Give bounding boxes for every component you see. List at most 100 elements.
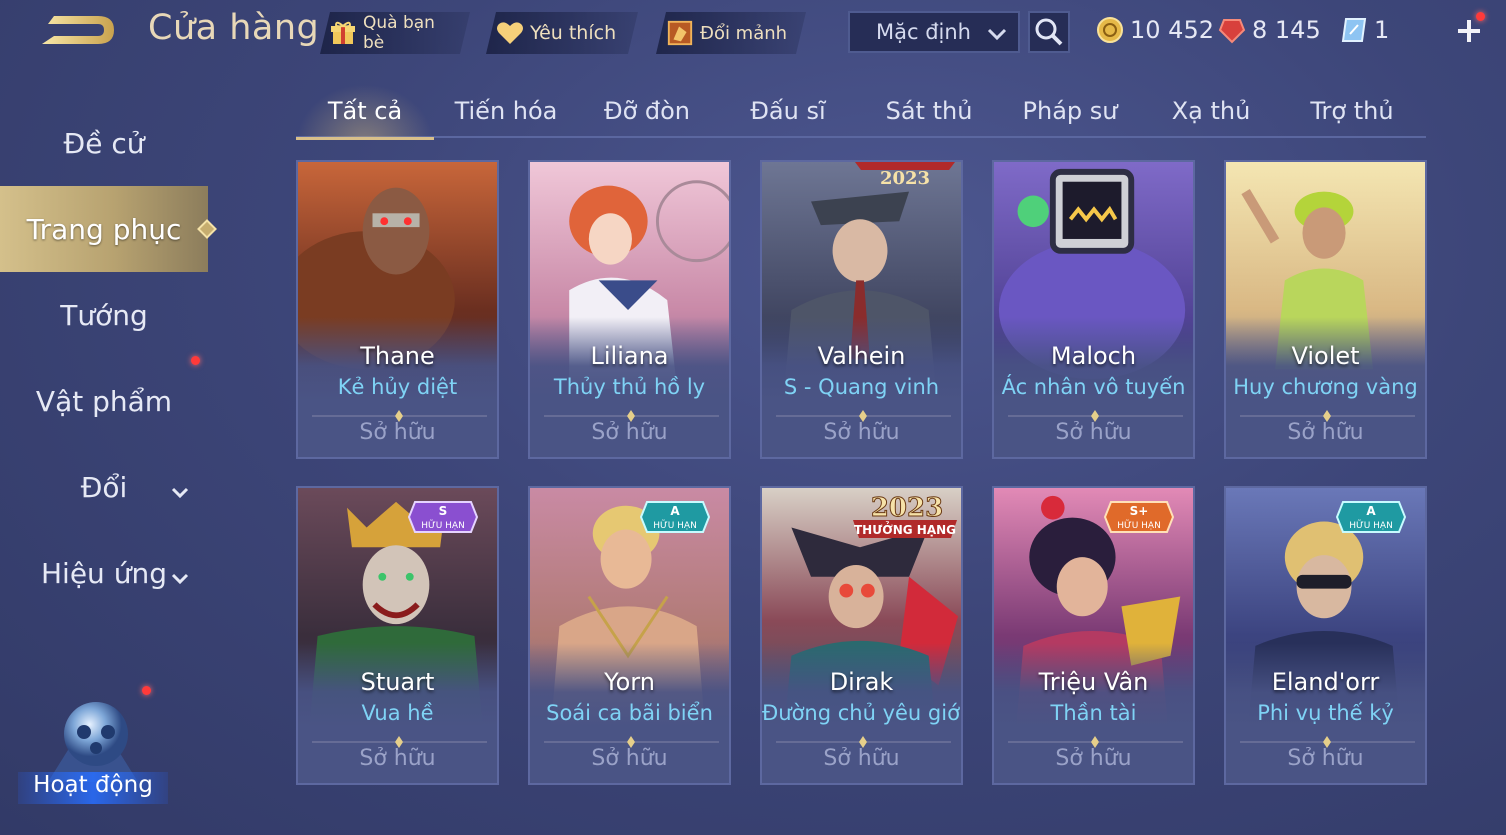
sidebar-item-label: Đổi bbox=[80, 470, 128, 504]
badge-year: 2023 bbox=[880, 168, 930, 189]
owned-status: Sở hữu bbox=[1055, 746, 1132, 771]
owned-status: Sở hữu bbox=[1287, 746, 1364, 771]
hero-name: Liliana bbox=[590, 342, 669, 370]
tab-support[interactable]: Trợ thủ bbox=[1283, 84, 1421, 138]
gold-coin-icon bbox=[1097, 17, 1123, 43]
skin-card-elandorr[interactable]: A HỮU HẠN Eland'orr Phi vụ thế kỷ Sở hữu bbox=[1224, 486, 1427, 785]
owned-status: Sở hữu bbox=[359, 420, 436, 445]
tab-tank[interactable]: Đỡ đòn bbox=[578, 84, 716, 138]
hero-name: Maloch bbox=[1050, 342, 1137, 370]
skin-card-stuart[interactable]: S HỮU HẠN Stuart Vua hề Sở hữu bbox=[296, 486, 499, 785]
skin-name: Đường chủ yêu giới bbox=[762, 701, 963, 725]
tab-marksman[interactable]: Xạ thủ bbox=[1142, 84, 1280, 138]
hero-name: Yorn bbox=[604, 668, 655, 696]
skin-card-liliana[interactable]: Liliana Thủy thủ hồ ly Sở hữu bbox=[528, 160, 731, 459]
sidebar-item-exchange[interactable]: Đổi bbox=[0, 444, 208, 530]
badge-subtitle: HỮU HẠN bbox=[421, 519, 465, 531]
ranked-reward-badge-icon: 2023 THƯỞNG HẠNG bbox=[853, 493, 957, 538]
gold-currency: 10 452 bbox=[1096, 14, 1214, 46]
badge-subtitle: HỮU HẠN bbox=[1117, 519, 1161, 531]
skin-card-valhein[interactable]: 2023 Valhein S - Quang vinh Sở hữu bbox=[760, 160, 963, 459]
sidebar-item-label: Hiệu ứng bbox=[41, 556, 167, 590]
tab-fighter[interactable]: Đấu sĩ bbox=[719, 84, 857, 138]
owned-status: Sở hữu bbox=[591, 746, 668, 771]
exchange-fragment-button[interactable]: Đổi mảnh bbox=[656, 12, 806, 54]
skin-card-yorn[interactable]: A HỮU HẠN Yorn Soái ca bãi biển Sở hữu bbox=[528, 486, 731, 785]
skin-card-dirak[interactable]: 2023 THƯỞNG HẠNG Dirak Đường chủ yêu giớ… bbox=[760, 486, 963, 785]
skin-name: Phi vụ thế kỷ bbox=[1257, 701, 1394, 725]
voucher-currency: 1 bbox=[1340, 14, 1389, 46]
rarity-badge-a-icon: A HỮU HẠN bbox=[639, 501, 711, 533]
activity-label: Hoạt động bbox=[18, 772, 168, 804]
rarity-badge-a-icon: A HỮU HẠN bbox=[1335, 501, 1407, 533]
active-marker-icon bbox=[197, 219, 217, 239]
sidebar-item-items[interactable]: Vật phẩm bbox=[0, 356, 208, 444]
voucher-amount: 1 bbox=[1374, 16, 1390, 44]
sidebar-item-label: Vật phẩm bbox=[35, 384, 173, 418]
favorites-label: Yêu thích bbox=[530, 22, 617, 44]
notification-dot bbox=[191, 356, 200, 365]
hero-name: Stuart bbox=[360, 668, 435, 696]
owned-status: Sở hữu bbox=[823, 420, 900, 445]
activity-button[interactable]: Hoạt động bbox=[18, 686, 168, 820]
gift-icon bbox=[330, 19, 357, 47]
friend-gift-label: Quà bạn bè bbox=[362, 13, 435, 53]
notification-dot bbox=[142, 686, 151, 695]
sidebar-item-heroes[interactable]: Tướng bbox=[0, 272, 208, 358]
skin-card-violet[interactable]: Violet Huy chương vàng Sở hữu bbox=[1224, 160, 1427, 459]
badge-year: 2023 bbox=[871, 493, 943, 523]
notification-dot bbox=[1476, 12, 1485, 21]
fragment-icon bbox=[666, 19, 694, 47]
chevron-down-icon bbox=[986, 23, 1008, 45]
badge-tier: S+ bbox=[1130, 504, 1149, 518]
tab-mage[interactable]: Pháp sư bbox=[1001, 84, 1139, 138]
exchange-fragment-label: Đổi mảnh bbox=[700, 22, 788, 44]
skin-name: S - Quang vinh bbox=[783, 375, 940, 399]
gold-amount: 10 452 bbox=[1130, 16, 1214, 44]
gem-currency: 8 145 bbox=[1218, 14, 1321, 46]
back-button[interactable] bbox=[36, 10, 118, 52]
chevron-down-icon bbox=[170, 477, 190, 499]
heart-icon bbox=[496, 19, 524, 47]
red-gem-icon bbox=[1218, 19, 1246, 44]
tab-evolution[interactable]: Tiến hóa bbox=[437, 84, 575, 138]
skin-card-trieu-van[interactable]: S+ HỮU HẠN Triệu Vân Thần tài Sở hữu bbox=[992, 486, 1195, 785]
chevron-down-icon bbox=[170, 563, 190, 585]
hero-name: Violet bbox=[1291, 342, 1360, 370]
friend-gift-button[interactable]: Quà bạn bè bbox=[320, 12, 470, 54]
skin-name: Kẻ hủy diệt bbox=[337, 375, 458, 399]
sidebar-item-skins[interactable]: Trang phục bbox=[0, 186, 217, 272]
skin-name: Vua hề bbox=[361, 701, 434, 725]
favorites-button[interactable]: Yêu thích bbox=[486, 12, 638, 54]
search-button[interactable] bbox=[1028, 11, 1070, 53]
owned-status: Sở hữu bbox=[1055, 420, 1132, 445]
sidebar-item-label: Tướng bbox=[60, 298, 148, 332]
sidebar-item-label: Đề cử bbox=[63, 126, 145, 160]
search-icon bbox=[1035, 18, 1063, 46]
skin-name: Ác nhân vô tuyến bbox=[1001, 375, 1186, 399]
gem-amount: 8 145 bbox=[1252, 16, 1321, 44]
tab-assassin[interactable]: Sát thủ bbox=[860, 84, 998, 138]
sidebar-item-label: Trang phục bbox=[26, 212, 182, 246]
top-bar: Cửa hàng Quà bạn bè Yêu thích Đổi mảnh M… bbox=[0, 0, 1506, 64]
ranked-reward-badge-icon: 2023 bbox=[855, 162, 955, 189]
hero-name: Thane bbox=[360, 342, 435, 370]
sidebar-item-effects[interactable]: Hiệu ứng bbox=[0, 530, 208, 616]
back-arrow-icon bbox=[42, 16, 114, 44]
badge-subtitle: THƯỞNG HẠNG bbox=[854, 521, 956, 537]
sort-dropdown[interactable]: Mặc định bbox=[848, 11, 1020, 53]
hero-name: Valhein bbox=[817, 342, 906, 370]
skin-name: Thần tài bbox=[1050, 701, 1137, 725]
skin-card-maloch[interactable]: Maloch Ác nhân vô tuyến Sở hữu bbox=[992, 160, 1195, 459]
badge-subtitle: HỮU HẠN bbox=[1349, 519, 1393, 531]
voucher-icon bbox=[1341, 18, 1367, 42]
skin-name: Thủy thủ hồ ly bbox=[553, 375, 706, 399]
badge-tier: A bbox=[670, 504, 680, 518]
hero-name: Dirak bbox=[829, 668, 894, 696]
sidebar-item-recommended[interactable]: Đề cử bbox=[0, 100, 208, 186]
skin-card-thane[interactable]: Thane Kẻ hủy diệt Sở hữu bbox=[296, 160, 499, 459]
page-title: Cửa hàng bbox=[148, 8, 320, 48]
tab-all[interactable]: Tất cả bbox=[296, 84, 434, 140]
badge-tier: S bbox=[439, 504, 448, 518]
skin-name: Huy chương vàng bbox=[1233, 375, 1418, 399]
